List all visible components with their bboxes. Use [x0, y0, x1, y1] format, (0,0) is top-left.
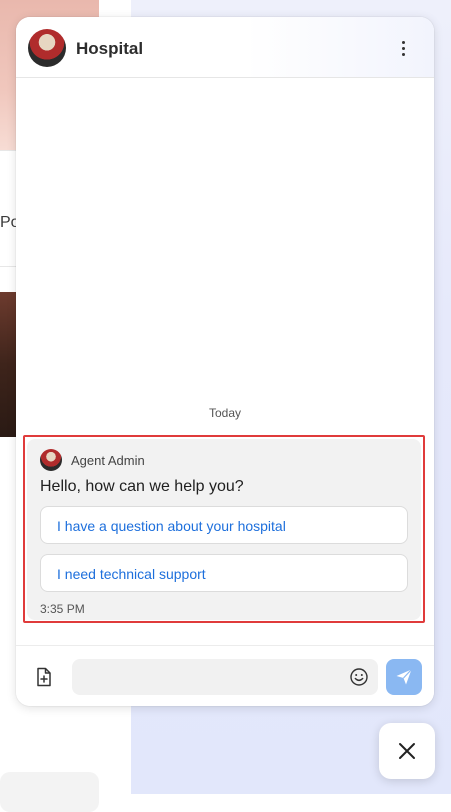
chat-title: Hospital [76, 39, 144, 58]
kebab-menu-icon[interactable] [392, 37, 416, 59]
smile-icon[interactable] [349, 667, 369, 687]
send-button[interactable] [386, 659, 422, 695]
agent-message: Agent Admin Hello, how can we help you? … [27, 439, 421, 620]
message-timestamp: 3:35 PM [40, 602, 85, 616]
chat-header: Hospital [16, 17, 434, 78]
agent-avatar [40, 449, 62, 471]
message-text: Hello, how can we help you? [40, 478, 244, 495]
agent-name: Agent Admin [71, 453, 145, 468]
quick-reply-hospital-question[interactable]: I have a question about your hospital [40, 506, 408, 544]
chat-widget: Hospital Today Agent Admin Hello, how ca… [16, 17, 434, 706]
quick-reply-label: I have a question about your hospital [57, 518, 286, 534]
file-plus-icon[interactable] [33, 666, 55, 688]
background-card [0, 772, 99, 812]
send-icon [396, 669, 412, 685]
quick-reply-technical-support[interactable]: I need technical support [40, 554, 408, 592]
day-separator: Today [208, 406, 242, 420]
composer [16, 645, 434, 706]
close-icon [399, 743, 415, 759]
quick-reply-label: I need technical support [57, 566, 206, 582]
message-input[interactable] [72, 659, 378, 695]
background-image-mid [0, 292, 16, 437]
close-chat-button[interactable] [379, 723, 435, 779]
hospital-avatar [28, 29, 66, 67]
